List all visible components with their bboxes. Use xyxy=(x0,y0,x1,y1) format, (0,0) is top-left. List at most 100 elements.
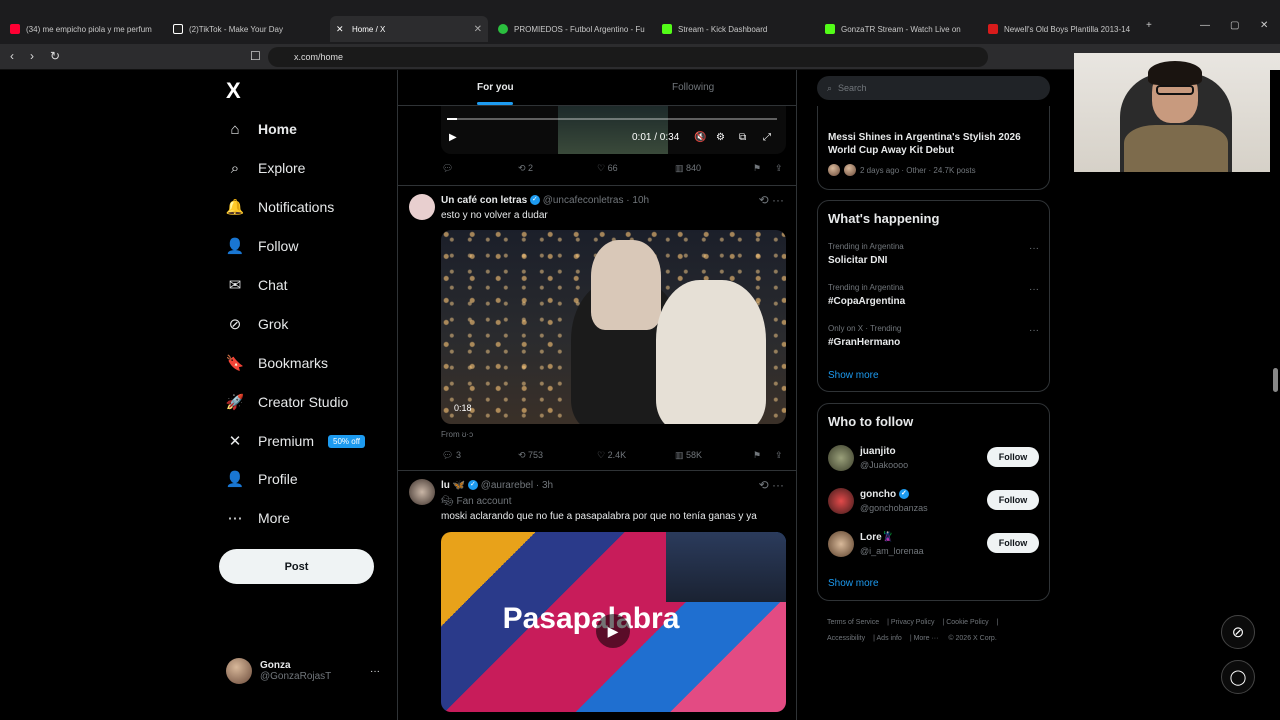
trend-item[interactable]: #CopaArgentina xyxy=(828,296,905,307)
pip-icon[interactable]: ⧉ xyxy=(739,132,746,143)
new-tab-button[interactable]: + xyxy=(1146,20,1152,31)
close-window-button[interactable]: ✕ xyxy=(1260,20,1268,31)
follow-button[interactable]: Follow xyxy=(987,533,1039,553)
sidebar-item-bookmarks[interactable]: 🔖 Bookmarks xyxy=(226,354,328,372)
bookmark-icon[interactable]: ⚑ xyxy=(753,163,761,174)
tweet-time[interactable]: 3h xyxy=(542,480,553,491)
share-icon[interactable]: ⇪ xyxy=(775,163,783,174)
play-icon[interactable]: ▶ xyxy=(596,614,630,648)
sidebar-item-home[interactable]: ⌂ Home xyxy=(226,120,296,138)
tab-following[interactable]: Following xyxy=(672,82,714,93)
maximize-button[interactable]: ▢ xyxy=(1230,20,1239,31)
avatar[interactable] xyxy=(828,531,854,557)
trend-item[interactable]: #GranHermano xyxy=(828,337,900,348)
timeline-tabs: For you Following xyxy=(398,70,796,106)
views-button[interactable]: ▥ 840 xyxy=(675,163,701,174)
trend-more-icon[interactable]: ··· xyxy=(1029,284,1039,295)
kick-icon xyxy=(825,24,835,34)
reply-button[interactable]: 💬︎ 3 xyxy=(442,450,461,461)
tweet-time[interactable]: 10h xyxy=(632,195,649,206)
browser-tab-youtube[interactable]: (34) me empicho piola y me perfum xyxy=(4,16,164,42)
video-player[interactable]: ▶ 0:01 / 0:34 🔇 ⚙ ⧉ ⤢ xyxy=(441,106,786,154)
news-card[interactable]: Messi Shines in Argentina's Stylish 2026… xyxy=(817,106,1050,190)
sidebar-item-label: Premium xyxy=(258,433,315,449)
video-source[interactable]: From ʊ·ɔ xyxy=(441,430,473,439)
minimize-button[interactable]: — xyxy=(1200,20,1210,31)
sidebar-item-creator-studio[interactable]: 🚀 Creator Studio xyxy=(226,393,349,411)
scrollbar-thumb[interactable] xyxy=(1273,368,1278,392)
sidebar-item-explore[interactable]: ⌕ Explore xyxy=(226,159,306,177)
sidebar-item-profile[interactable]: 👤 Profile xyxy=(226,470,298,488)
reply-icon[interactable]: 💬︎ xyxy=(442,163,453,174)
footer-link[interactable]: Terms of Service xyxy=(827,619,879,626)
scrollbar[interactable] xyxy=(1270,70,1280,720)
views-button[interactable]: ▥ 58K xyxy=(675,450,702,461)
author-handle[interactable]: @aurarebel xyxy=(481,480,533,491)
author-name[interactable]: lu 🦋 xyxy=(441,480,465,491)
tweet-video[interactable]: Pasapalabra ▶ xyxy=(441,532,786,712)
follow-button[interactable]: Follow xyxy=(987,447,1039,467)
sidebar-item-more[interactable]: ⋯ More xyxy=(226,509,290,527)
bookmark-icon[interactable]: ⚑ xyxy=(753,450,761,461)
url-input[interactable]: x.com/home xyxy=(268,47,988,67)
post-button[interactable]: Post xyxy=(219,549,374,584)
trend-more-icon[interactable]: ··· xyxy=(1029,325,1039,336)
video-progress-bar[interactable] xyxy=(447,118,777,120)
avatar[interactable] xyxy=(409,194,435,220)
like-button[interactable]: ♡ 66 xyxy=(597,163,618,174)
footer-link[interactable]: Accessibility xyxy=(827,635,865,642)
sidebar-item-chat[interactable]: ✉ Chat xyxy=(226,276,288,294)
play-icon[interactable]: ▶ xyxy=(449,132,457,143)
footer-link[interactable]: More ··· xyxy=(914,635,939,642)
bookmark-page-icon[interactable]: ☐ xyxy=(250,49,261,63)
user-name[interactable]: juanjito xyxy=(860,446,896,457)
chat-bubble-icon[interactable]: ◯ xyxy=(1221,660,1255,694)
mute-icon[interactable]: 🔇 xyxy=(694,132,706,143)
x-logo-icon[interactable]: X xyxy=(226,78,241,104)
show-more-link[interactable]: Show more xyxy=(828,578,879,589)
repost-button[interactable]: ⟲ 2 xyxy=(518,163,533,174)
sidebar-item-notifications[interactable]: 🔔 Notifications xyxy=(226,198,335,216)
footer-link[interactable]: Ads info xyxy=(877,635,902,642)
settings-icon[interactable]: ⚙ xyxy=(716,132,725,143)
browser-tab-kick-dashboard[interactable]: Stream - Kick Dashboard xyxy=(656,16,816,42)
tab-for-you[interactable]: For you xyxy=(477,82,514,93)
sidebar-item-grok[interactable]: ⊘ Grok xyxy=(226,315,289,333)
share-icon[interactable]: ⇪ xyxy=(775,450,783,461)
search-input[interactable]: ⌕ Search xyxy=(817,76,1050,100)
sidebar-item-premium[interactable]: ✕ Premium 50% off xyxy=(226,432,365,450)
browser-tab-kick-stream[interactable]: GonzaTR Stream - Watch Live on xyxy=(819,16,979,42)
grok-icon[interactable]: ⊘ xyxy=(1221,615,1255,649)
account-switcher[interactable]: Gonza @GonzaRojasT ··· xyxy=(226,658,380,684)
avatar[interactable] xyxy=(828,488,854,514)
browser-tab-newells[interactable]: Newell's Old Boys Plantilla 2013-14 xyxy=(982,16,1142,42)
avatar[interactable] xyxy=(828,445,854,471)
trend-item[interactable]: Solicitar DNI xyxy=(828,255,887,266)
more-icon[interactable]: ··· xyxy=(370,666,380,677)
author-handle[interactable]: @uncafeconletras xyxy=(543,195,624,206)
premium-discount-badge[interactable]: 50% off xyxy=(328,434,365,448)
avatar[interactable] xyxy=(409,479,435,505)
browser-tab-tiktok[interactable]: (2)TikTok - Make Your Day xyxy=(167,16,327,42)
footer-link[interactable]: Privacy Policy xyxy=(891,619,935,626)
browser-tab-x-home[interactable]: ✕ Home / X ✕ xyxy=(330,16,488,42)
browser-tab-promiedos[interactable]: PROMIEDOS - Futbol Argentino - Fu xyxy=(492,16,652,42)
fullscreen-icon[interactable]: ⤢ xyxy=(763,132,771,143)
show-more-link[interactable]: Show more xyxy=(828,370,879,381)
back-icon[interactable]: ‹ xyxy=(10,49,14,63)
author-name[interactable]: Un café con letras xyxy=(441,195,527,206)
tweet-more-icon[interactable]: ⟲ ··· xyxy=(759,193,784,207)
trend-more-icon[interactable]: ··· xyxy=(1029,243,1039,254)
reload-icon[interactable]: ↻ xyxy=(50,49,60,63)
sidebar-item-follow[interactable]: 👤 Follow xyxy=(226,237,299,255)
tweet-more-icon[interactable]: ⟲ ··· xyxy=(759,478,784,492)
footer-link[interactable]: Cookie Policy xyxy=(946,619,988,626)
forward-icon[interactable]: › xyxy=(30,49,34,63)
repost-button[interactable]: ⟲ 753 xyxy=(518,450,543,461)
follow-button[interactable]: Follow xyxy=(987,490,1039,510)
close-tab-icon[interactable]: ✕ xyxy=(474,24,482,35)
tweet-video[interactable]: 0:18 xyxy=(441,230,786,424)
user-name[interactable]: Lore🦹 xyxy=(860,532,894,543)
user-name[interactable]: goncho ✓ xyxy=(860,489,909,500)
like-button[interactable]: ♡ 2.4K xyxy=(597,450,626,461)
